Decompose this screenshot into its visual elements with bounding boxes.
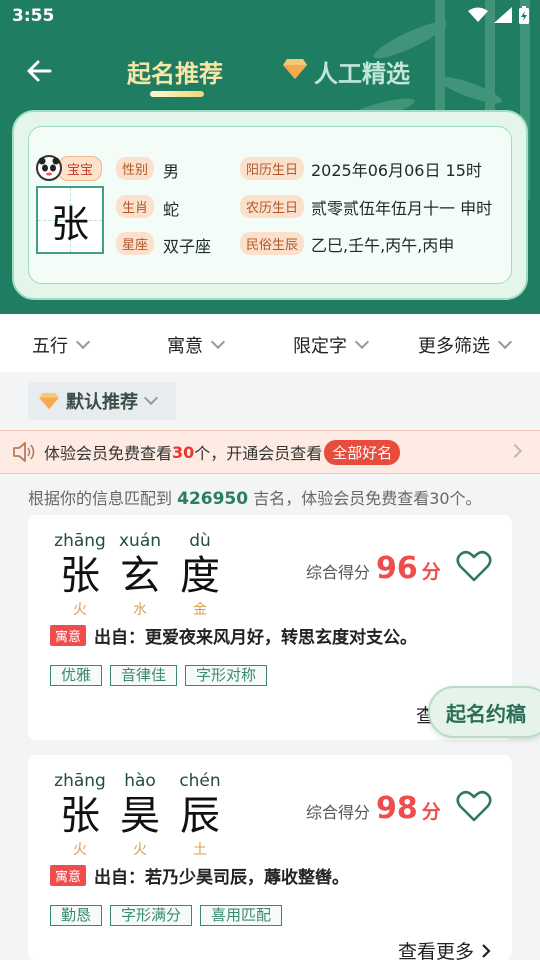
name-meaning: 寓意 出自：若乃少昊司辰，蓐收整辔。: [50, 863, 349, 888]
diamond-icon: [283, 59, 307, 79]
default-sort-label: 默认推荐: [66, 392, 138, 413]
chevron-down-icon: [75, 334, 91, 350]
chevron-down-icon: [210, 334, 226, 350]
custom-naming-float-button[interactable]: 起名约稿: [428, 686, 540, 738]
name-tag-chip: 字形对称: [185, 665, 268, 686]
solar-value: 2025年06月06日 15时: [311, 161, 482, 180]
status-bar: 3:55: [0, 0, 540, 34]
filter-meaning[interactable]: 寓意: [167, 332, 226, 358]
wifi-icon: [468, 7, 488, 22]
name-tag-chip: 字形满分: [110, 905, 193, 926]
chevron-down-icon: [354, 334, 370, 350]
chevron-down-icon: [497, 334, 513, 350]
zodiac-value: 蛇: [163, 200, 180, 219]
folk-value: 乙巳,壬午,丙午,丙申: [311, 236, 455, 255]
filter-fixed-char[interactable]: 限定字: [293, 332, 370, 358]
tab-naming-recommend[interactable]: 起名推荐: [127, 54, 223, 89]
battery-icon: [519, 6, 529, 24]
surname-box: 张: [36, 186, 104, 254]
chevron-right-icon: [482, 944, 491, 958]
status-time: 3:55: [12, 6, 55, 26]
name-tag-chip: 勤恳: [50, 905, 103, 926]
gender-label: 性别: [116, 157, 155, 180]
panda-avatar: [36, 155, 62, 181]
score: 综合得分 96 分: [306, 551, 441, 586]
gender-value: 男: [163, 162, 180, 181]
tab-manual-selection[interactable]: 人工精选: [314, 54, 410, 89]
chevron-right-icon: [507, 443, 523, 459]
heart-icon[interactable]: [456, 549, 492, 583]
diamond-icon: [39, 392, 59, 410]
view-more-link[interactable]: 查看更多: [398, 937, 492, 960]
zodiac-label: 生肖: [116, 195, 155, 218]
baby-badge: 宝宝: [36, 155, 103, 181]
name-meaning: 寓意 出自：更爱夜来风月好，转思玄度对支公。: [50, 623, 417, 648]
filter-more[interactable]: 更多筛选: [418, 332, 513, 358]
folk-label: 民俗生辰: [240, 232, 305, 255]
name-card[interactable]: zhāng 张火 hào 昊火 chén 辰土 综合得分 98 分 寓意 出自：若乃少…: [28, 755, 512, 960]
lunar-label: 农历生日: [240, 195, 305, 218]
solar-label: 阳历生日: [240, 157, 305, 180]
member-banner[interactable]: 体验会员免费查看 30 个，开通会员查看 全部好名: [0, 430, 540, 474]
speaker-icon: [13, 442, 35, 462]
star-value: 双子座: [163, 237, 212, 256]
match-summary: 根据你的信息匹配到 426950 吉名，体验会员免费查看30个。: [28, 489, 482, 509]
name-tag-chip: 优雅: [50, 665, 103, 686]
all-names-pill[interactable]: 全部好名: [324, 439, 401, 465]
default-sort-button[interactable]: 默认推荐: [28, 382, 176, 420]
lunar-value: 贰零贰伍年伍月十一 申时: [311, 199, 493, 218]
score: 综合得分 98 分: [306, 791, 441, 826]
name-tag-chip: 喜用匹配: [200, 905, 283, 926]
heart-icon[interactable]: [456, 789, 492, 823]
star-label: 星座: [116, 232, 155, 255]
baby-label: 宝宝: [58, 155, 103, 181]
name-tag-chip: 音律佳: [110, 665, 178, 686]
chevron-down-icon: [143, 390, 159, 406]
back-arrow-icon[interactable]: [24, 56, 54, 86]
filter-wuxing[interactable]: 五行: [32, 332, 91, 358]
tab-underline: [150, 91, 204, 97]
signal-icon: [494, 7, 512, 23]
surname-char: 张: [50, 201, 89, 246]
filter-bar: 五行 寓意 限定字 更多筛选: [0, 314, 540, 372]
